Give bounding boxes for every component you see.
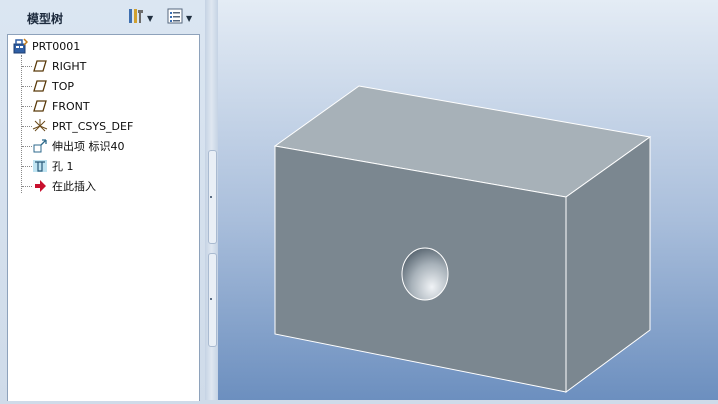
tree-item-label: TOP bbox=[52, 79, 75, 93]
panel-title: 模型树 bbox=[27, 12, 64, 26]
tools-settings-icon bbox=[127, 7, 145, 29]
tree-item-top[interactable]: TOP bbox=[32, 77, 74, 95]
panel-splitter[interactable] bbox=[205, 0, 218, 400]
show-button[interactable]: ▼ bbox=[166, 8, 192, 28]
chevron-down-icon: ▼ bbox=[147, 13, 154, 23]
model-view bbox=[273, 85, 652, 393]
tree-item-label: 孔 1 bbox=[52, 160, 74, 173]
tree-item-root[interactable]: PRT0001 bbox=[12, 37, 80, 55]
tree-connector bbox=[22, 166, 32, 167]
graphics-viewport[interactable] bbox=[218, 0, 718, 400]
datum-plane-icon bbox=[32, 78, 48, 94]
tree-connector bbox=[22, 126, 32, 127]
tree-item-label: PRT0001 bbox=[32, 39, 81, 53]
tree-item-label: FRONT bbox=[52, 99, 90, 113]
tree-item-label: RIGHT bbox=[52, 59, 87, 73]
tree-item-label: PRT_CSYS_DEF bbox=[52, 119, 134, 133]
tree-item-csys[interactable]: PRT_CSYS_DEF bbox=[32, 117, 133, 135]
datum-plane-icon bbox=[32, 98, 48, 114]
tree-connector bbox=[22, 86, 32, 87]
tree-connector bbox=[22, 186, 32, 187]
extrude-icon bbox=[32, 138, 48, 154]
hole bbox=[401, 247, 449, 301]
tree-item-label: 伸出项 标识40 bbox=[52, 140, 125, 153]
grip-dot bbox=[210, 298, 212, 300]
settings-button[interactable]: ▼ bbox=[127, 8, 153, 28]
panel-header: 模型树 ▼ ▼ bbox=[0, 0, 205, 34]
tree-item-hole[interactable]: 孔 1 bbox=[32, 157, 74, 175]
grip-dot bbox=[210, 196, 212, 198]
part-icon bbox=[12, 38, 28, 54]
coordinate-system-icon bbox=[32, 118, 48, 134]
tree-show-icon bbox=[166, 7, 184, 29]
tree-item-right[interactable]: RIGHT bbox=[32, 57, 86, 75]
model-tree-panel: 模型树 ▼ ▼ PRT0001 RIGHT TOP FRONT PRT_CSYS… bbox=[0, 0, 205, 401]
hole-icon bbox=[32, 158, 48, 174]
splitter-grip-bottom[interactable] bbox=[208, 253, 217, 347]
model-tree: PRT0001 RIGHT TOP FRONT PRT_CSYS_DEF 伸出项… bbox=[7, 34, 200, 401]
tree-item-extrude[interactable]: 伸出项 标识40 bbox=[32, 137, 125, 155]
tree-item-front[interactable]: FRONT bbox=[32, 97, 90, 115]
tree-item-label: 在此插入 bbox=[52, 180, 96, 193]
tree-item-insert-here[interactable]: 在此插入 bbox=[32, 177, 96, 195]
tree-line bbox=[21, 55, 22, 193]
tree-connector bbox=[22, 146, 32, 147]
tree-connector bbox=[22, 66, 32, 67]
insert-here-arrow-icon bbox=[32, 178, 48, 194]
datum-plane-icon bbox=[32, 58, 48, 74]
chevron-down-icon: ▼ bbox=[186, 13, 193, 23]
tree-connector bbox=[22, 106, 32, 107]
